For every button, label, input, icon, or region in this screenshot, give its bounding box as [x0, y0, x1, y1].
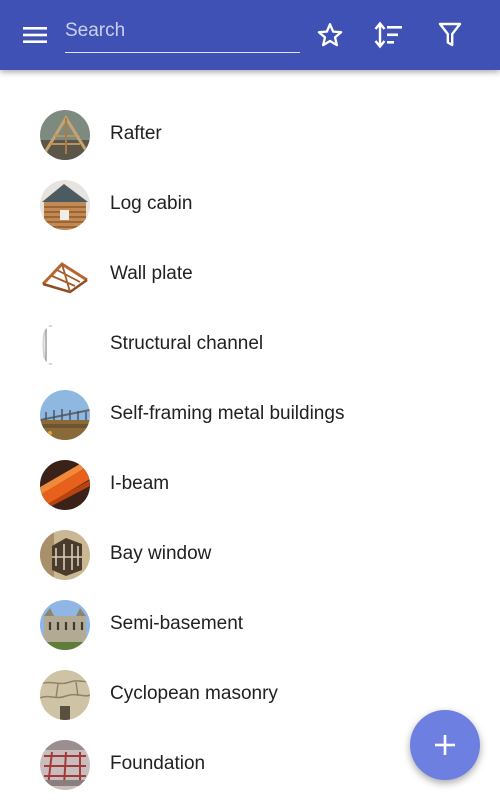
- list-item[interactable]: Bay window: [0, 520, 500, 590]
- list-item-label: Bay window: [110, 543, 212, 564]
- filter-icon: [438, 22, 462, 47]
- foundation-thumbnail: [40, 740, 90, 790]
- top-app-bar: [0, 0, 500, 70]
- wall-plate-thumbnail: [40, 250, 90, 300]
- favorites-button[interactable]: [312, 17, 348, 53]
- list-item[interactable]: Semi-basement: [0, 590, 500, 660]
- list-item[interactable]: Self-framing metal buildings: [0, 380, 500, 450]
- menu-button[interactable]: [14, 17, 56, 53]
- log-cabin-thumbnail: [40, 180, 90, 230]
- rafter-thumbnail: [40, 110, 90, 160]
- list-item[interactable]: Wall plate: [0, 240, 500, 310]
- sort-icon: [374, 21, 402, 49]
- list-item-label: Semi-basement: [110, 613, 244, 634]
- semi-basement-thumbnail: [40, 600, 90, 650]
- list-item-label: Cyclopean masonry: [110, 683, 278, 704]
- plus-icon: [435, 735, 455, 755]
- star-outline-icon: [317, 23, 343, 47]
- filter-button[interactable]: [432, 17, 468, 53]
- list-item-label: Log cabin: [110, 193, 193, 214]
- list-item[interactable]: Rafter: [0, 100, 500, 170]
- bay-window-thumbnail: [40, 530, 90, 580]
- hamburger-menu-icon: [23, 27, 47, 43]
- search-field: [65, 14, 300, 53]
- list-item-label: Self-framing metal buildings: [110, 403, 345, 424]
- search-input[interactable]: [65, 14, 300, 48]
- list-item[interactable]: Structural channel: [0, 310, 500, 380]
- list-item-label: I-beam: [110, 473, 170, 494]
- structural-channel-thumbnail: [40, 320, 90, 370]
- metal-building-thumbnail: [40, 390, 90, 440]
- list-item-label: Foundation: [110, 753, 206, 774]
- add-button[interactable]: [410, 710, 480, 780]
- i-beam-thumbnail: [40, 460, 90, 510]
- app-screen: Rafter Log cabin: [0, 0, 500, 800]
- sort-button[interactable]: [371, 17, 407, 53]
- list-item-label: Wall plate: [110, 263, 193, 284]
- list-item[interactable]: Log cabin: [0, 170, 500, 240]
- topic-list: Rafter Log cabin Wall plate Structural c…: [0, 100, 500, 800]
- list-item-label: Rafter: [110, 123, 162, 144]
- cyclopean-masonry-thumbnail: [40, 670, 90, 720]
- list-item[interactable]: I-beam: [0, 450, 500, 520]
- list-item-label: Structural channel: [110, 333, 264, 354]
